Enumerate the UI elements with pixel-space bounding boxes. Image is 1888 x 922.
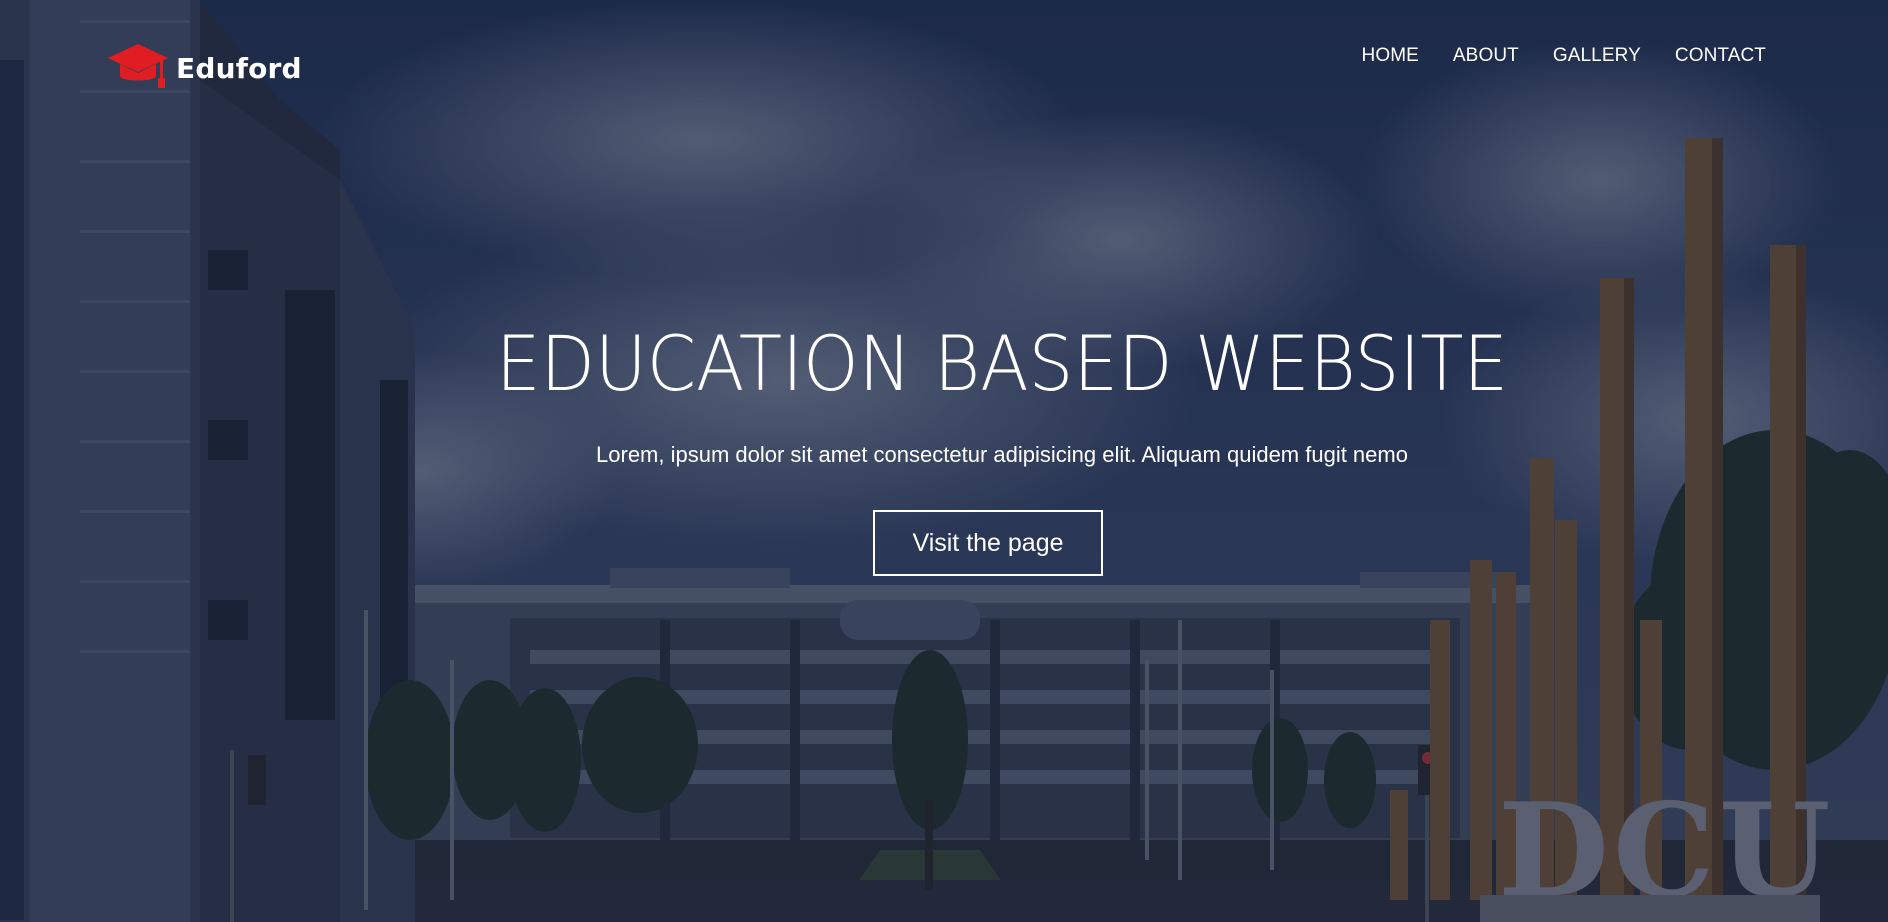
hero-title: EDUCATION BASED WEBSITE [495, 319, 1509, 408]
visit-page-button[interactable]: Visit the page [873, 510, 1103, 576]
hero-content: EDUCATION BASED WEBSITE Lorem, ipsum dol… [0, 316, 1888, 576]
brand-logo[interactable]: Eduford [106, 40, 302, 96]
hero-section: DCU Eduford HOME ABOUT GALLERY CONTACT E… [0, 0, 1888, 922]
top-navbar: Eduford HOME ABOUT GALLERY CONTACT [0, 0, 1888, 115]
graduation-cap-icon [108, 44, 168, 88]
nav-item-about[interactable]: ABOUT [1453, 42, 1519, 70]
nav-item-home[interactable]: HOME [1362, 42, 1419, 70]
nav-item-gallery[interactable]: GALLERY [1553, 42, 1641, 70]
hero-subtitle: Lorem, ipsum dolor sit amet consectetur … [596, 442, 1408, 467]
nav-menu: HOME ABOUT GALLERY CONTACT [1328, 42, 1767, 70]
brand-name: Eduford [176, 51, 302, 85]
nav-item-contact[interactable]: CONTACT [1675, 42, 1766, 70]
